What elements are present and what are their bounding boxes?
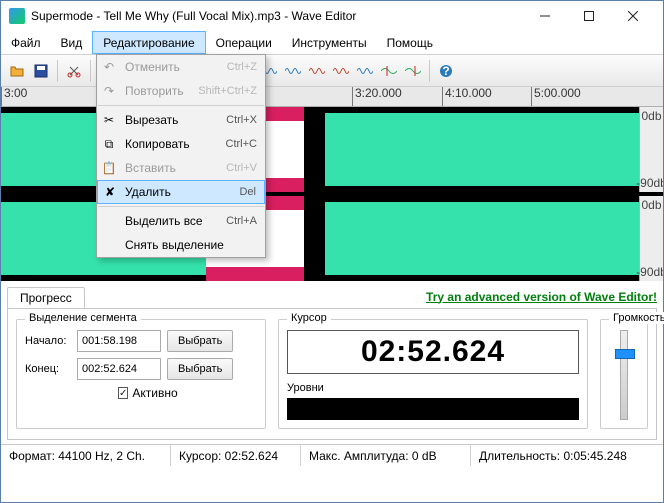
ruler-tick: 5:00.000 (531, 87, 581, 106)
volume-legend: Громкость (609, 312, 664, 324)
levels-label: Уровни (287, 382, 579, 394)
status-cursor: Курсор: 02:52.624 (171, 445, 301, 466)
save-button[interactable] (29, 59, 53, 83)
ruler-tick: 3:00 (1, 87, 27, 106)
status-format: Формат: 44100 Hz, 2 Ch. (1, 445, 171, 466)
edit-dropdown: ↶ Отменить Ctrl+Z ↷ Повторить Shift+Ctrl… (96, 54, 266, 258)
menu-item-undo[interactable]: ↶ Отменить Ctrl+Z (97, 55, 265, 79)
volume-group: Громкость (600, 319, 648, 429)
volume-thumb[interactable] (615, 349, 635, 359)
window-title: Supermode - Tell Me Why (Full Vocal Mix)… (31, 9, 523, 23)
fx-7-button[interactable] (377, 59, 401, 83)
fx-5-button[interactable] (329, 59, 353, 83)
ruler-tick: 3:20.000 (352, 87, 402, 106)
menu-view[interactable]: Вид (51, 31, 93, 54)
fx-4-button[interactable] (305, 59, 329, 83)
svg-text:?: ? (442, 64, 449, 78)
menu-item-copy[interactable]: ⧉ Копировать Ctrl+C (97, 132, 265, 156)
fx-8-button[interactable] (401, 59, 425, 83)
status-length: Длительность: 0:05:45.248 (471, 445, 663, 466)
menu-item-redo[interactable]: ↷ Повторить Shift+Ctrl+Z (97, 79, 265, 103)
levels-meter (287, 398, 579, 420)
menu-tools[interactable]: Инструменты (282, 31, 377, 54)
start-select-button[interactable]: Выбрать (167, 330, 233, 352)
scissors-icon: ✂ (101, 112, 117, 128)
status-amplitude: Макс. Амплитуда: 0 dB (301, 445, 471, 466)
end-select-button[interactable]: Выбрать (167, 358, 233, 380)
delete-icon: ✘ (102, 184, 118, 200)
segment-legend: Выделение сегмента (25, 312, 141, 324)
ruler-tick: 4:10.000 (442, 87, 492, 106)
tab-bar: Прогресс Try an advanced version of Wave… (7, 285, 657, 309)
end-input[interactable] (77, 358, 161, 380)
tab-progress[interactable]: Прогресс (7, 287, 85, 308)
open-button[interactable] (5, 59, 29, 83)
menu-item-select-all[interactable]: Выделить все Ctrl+A (97, 209, 265, 233)
paste-icon: 📋 (101, 160, 117, 176)
app-icon (9, 8, 25, 24)
menu-help[interactable]: Помощь (377, 31, 443, 54)
start-label: Начало: (25, 335, 71, 347)
cut-button[interactable] (62, 59, 86, 83)
menu-edit[interactable]: Редактирование (92, 31, 205, 54)
minimize-button[interactable] (523, 2, 567, 30)
statusbar: Формат: 44100 Hz, 2 Ch. Курсор: 02:52.62… (1, 444, 663, 466)
menu-item-delete[interactable]: ✘ Удалить Del (97, 180, 265, 204)
cursor-legend: Курсор (287, 312, 331, 324)
cursor-display: 02:52.624 (287, 330, 579, 374)
db-scale: 0db-90db (639, 107, 663, 192)
upgrade-link[interactable]: Try an advanced version of Wave Editor! (426, 290, 657, 304)
menubar: Файл Вид Редактирование Операции Инструм… (1, 31, 663, 55)
menu-item-paste[interactable]: 📋 Вставить Ctrl+V (97, 156, 265, 180)
redo-icon: ↷ (101, 83, 117, 99)
titlebar: Supermode - Tell Me Why (Full Vocal Mix)… (1, 1, 663, 31)
close-button[interactable] (611, 2, 655, 30)
start-input[interactable] (77, 330, 161, 352)
undo-icon: ↶ (101, 59, 117, 75)
end-label: Конец: (25, 363, 71, 375)
menu-item-deselect[interactable]: Снять выделение (97, 233, 265, 257)
active-checkbox[interactable]: ✓Активно (118, 386, 164, 400)
menu-file[interactable]: Файл (1, 31, 51, 54)
maximize-button[interactable] (567, 2, 611, 30)
menu-item-cut[interactable]: ✂ Вырезать Ctrl+X (97, 108, 265, 132)
db-scale: 0db-90db (639, 196, 663, 281)
cursor-group: Курсор 02:52.624 Уровни (278, 319, 588, 429)
volume-slider[interactable] (620, 330, 628, 420)
menu-operations[interactable]: Операции (206, 31, 282, 54)
segment-group: Выделение сегмента Начало: Выбрать Конец… (16, 319, 266, 429)
fx-6-button[interactable] (353, 59, 377, 83)
help-button[interactable]: ? (434, 59, 458, 83)
copy-icon: ⧉ (101, 136, 117, 152)
bottom-panel: Прогресс Try an advanced version of Wave… (1, 281, 663, 444)
fx-3-button[interactable] (281, 59, 305, 83)
